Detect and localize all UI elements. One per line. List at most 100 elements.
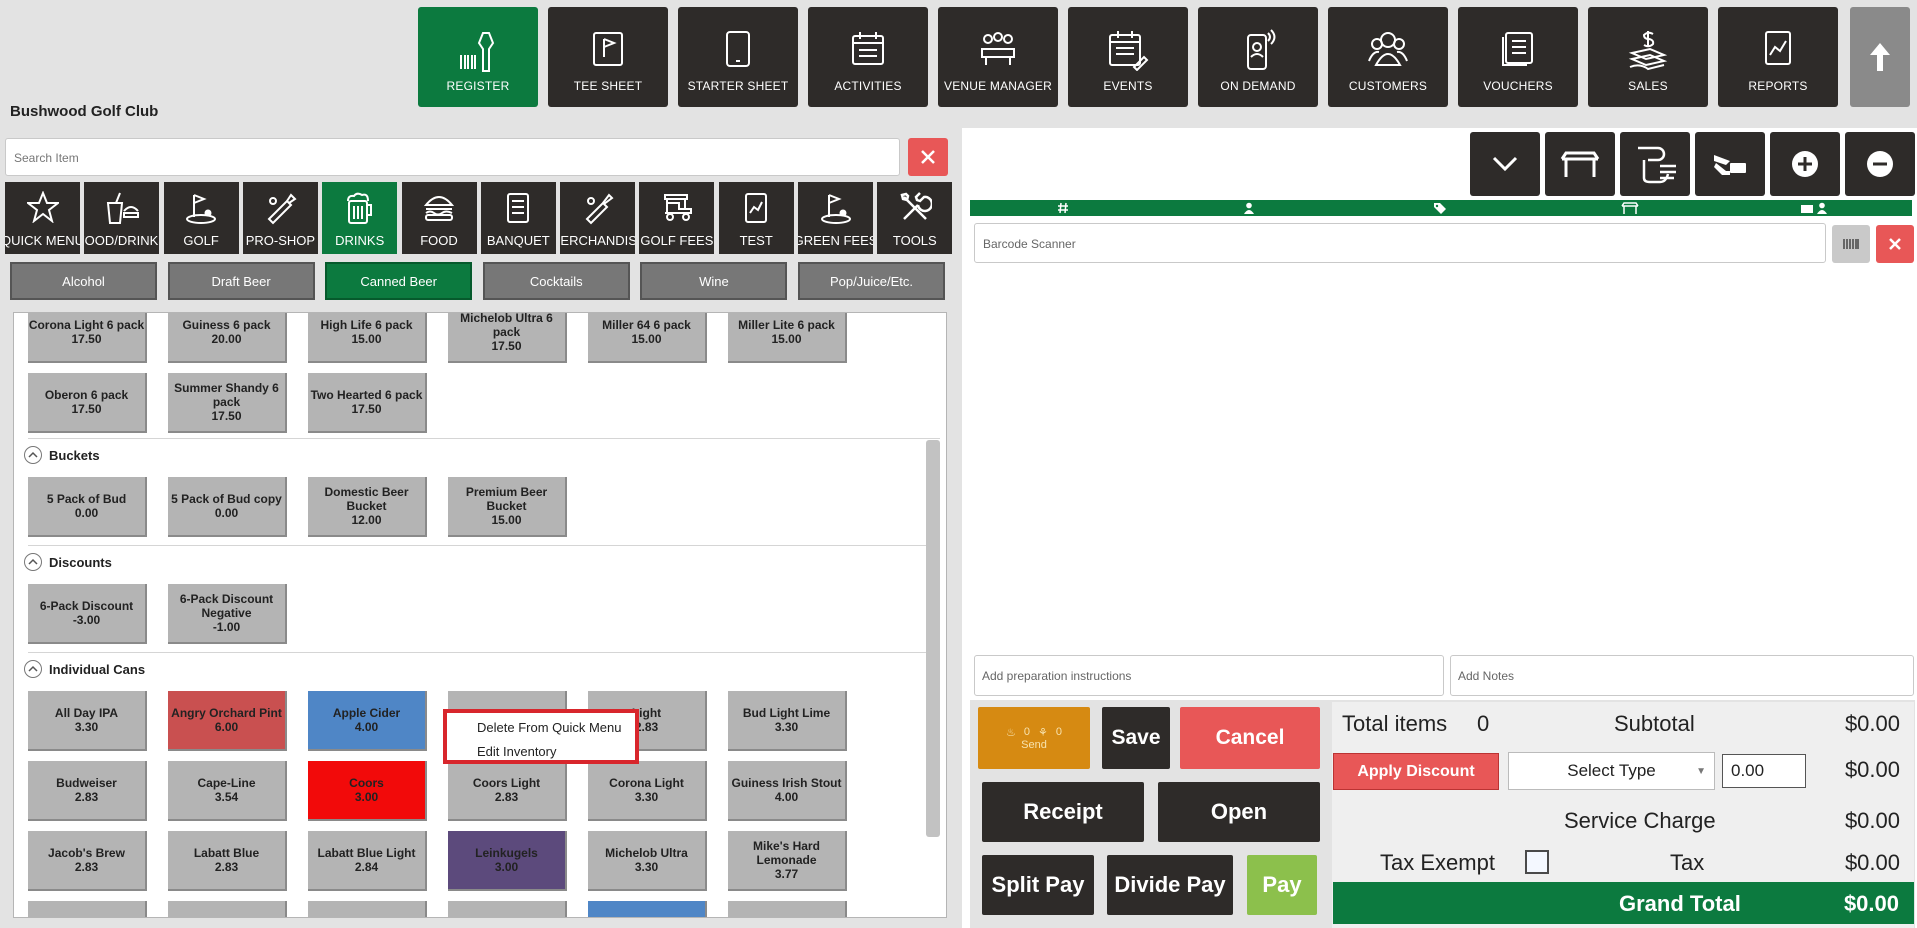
- nav-starter-sheet[interactable]: STARTER SHEET: [678, 7, 798, 107]
- menu-item-tile[interactable]: 6-Pack Discount Negative -1.00: [168, 584, 287, 644]
- category-green-fees[interactable]: GREEN FEES: [798, 182, 873, 254]
- notes-input[interactable]: Add Notes: [1450, 655, 1914, 696]
- menu-item-tile[interactable]: Premium Beer Bucket 15.00: [448, 477, 567, 537]
- save-button[interactable]: Save: [1102, 707, 1170, 769]
- menu-item-tile[interactable]: Jacob's Brew 2.83: [28, 831, 147, 891]
- menu-item-tile[interactable]: All Day IPA 3.30: [28, 691, 147, 751]
- menu-item-tile[interactable]: Corona Light 3.30: [588, 761, 707, 821]
- cancel-button[interactable]: Cancel: [1180, 707, 1320, 769]
- category-pro-shop[interactable]: PRO-SHOP: [242, 182, 318, 254]
- category-food-drinks[interactable]: FOOD/DRINKS: [84, 182, 160, 254]
- menu-item-tile[interactable]: Miller 64 6 pack 15.00: [588, 313, 707, 363]
- menu-item-tile[interactable]: Leinkugels 3.00: [448, 831, 567, 891]
- remove-button[interactable]: [1845, 132, 1915, 196]
- category-banquet[interactable]: BANQUET: [480, 182, 556, 254]
- transfer-button[interactable]: [1620, 132, 1690, 196]
- menu-item-tile[interactable]: Apple Cider 4.00: [308, 691, 427, 751]
- open-button[interactable]: Open: [1158, 782, 1320, 842]
- clear-search-button[interactable]: [908, 138, 948, 176]
- nav-vouchers[interactable]: VOUCHERS: [1458, 7, 1578, 107]
- items-grid[interactable]: Corona Light 6 pack 17.50 Guiness 6 pack 20…: [13, 312, 947, 918]
- menu-item-tile[interactable]: Cape-Line 3.54: [168, 761, 287, 821]
- menu-item-tile[interactable]: Coors Light 2.83: [448, 761, 567, 821]
- menu-item-tile[interactable]: High Life 6 pack 15.00: [308, 313, 427, 363]
- discount-type-select[interactable]: Select Type ▼: [1508, 752, 1715, 790]
- nav-on-demand[interactable]: ON DEMAND: [1198, 7, 1318, 107]
- delete-from-quick-menu-item[interactable]: Delete From Quick Menu: [477, 718, 635, 742]
- collapse-button[interactable]: [1470, 132, 1540, 196]
- send-button[interactable]: ♨ 0 ⚘ 0 Send: [978, 707, 1090, 769]
- menu-item-tile[interactable]: Guiness Irish Stout 4.00: [728, 761, 847, 821]
- menu-item-tile[interactable]: O Douls Non: [448, 901, 567, 917]
- category-drinks[interactable]: DRINKS: [322, 182, 398, 254]
- menu-item-tile[interactable]: Budweiser 2.83: [28, 761, 147, 821]
- section-header[interactable]: Buckets: [24, 446, 100, 464]
- menu-item-tile[interactable]: [168, 901, 287, 917]
- menu-item-tile[interactable]: Guiness 6 pack 20.00: [168, 313, 287, 363]
- nav-events[interactable]: EVENTS: [1068, 7, 1188, 107]
- menu-item-tile[interactable]: [588, 901, 707, 917]
- subcategory-wine[interactable]: Wine: [640, 262, 788, 300]
- items-scrollbar[interactable]: [926, 440, 940, 837]
- menu-item-tile[interactable]: Miller Lite 6 pack 15.00: [728, 313, 847, 363]
- nav-activities[interactable]: ACTIVITIES: [808, 7, 928, 107]
- divide-pay-button[interactable]: Divide Pay: [1107, 855, 1233, 915]
- apply-discount-button[interactable]: Apply Discount: [1333, 753, 1499, 790]
- receipt-button[interactable]: Receipt: [982, 782, 1144, 842]
- menu-item-tile[interactable]: Angry Orchard Pint 6.00: [168, 691, 287, 751]
- barcode-scanner-input[interactable]: Barcode Scanner: [974, 223, 1826, 263]
- preparation-instructions-input[interactable]: Add preparation instructions: [974, 655, 1444, 696]
- clear-barcode-button[interactable]: [1876, 225, 1914, 263]
- nav-customers[interactable]: CUSTOMERS: [1328, 7, 1448, 107]
- scroll-up-button[interactable]: [1850, 7, 1910, 107]
- menu-item-tile[interactable]: Labatt Blue 2.83: [168, 831, 287, 891]
- barcode-button[interactable]: [1832, 225, 1870, 263]
- menu-item-tile[interactable]: [28, 901, 147, 917]
- category-test[interactable]: TEST: [718, 182, 794, 254]
- menu-item-tile[interactable]: [308, 901, 427, 917]
- subcategory-pop-juice-etc-[interactable]: Pop/Juice/Etc.: [798, 262, 945, 300]
- menu-item-tile[interactable]: Michelob Ultra 3.30: [588, 831, 707, 891]
- category-merchandise[interactable]: MERCHANDISE: [560, 182, 636, 254]
- edit-inventory-item[interactable]: Edit Inventory: [477, 742, 635, 766]
- menu-item-tile[interactable]: 6-Pack Discount -3.00: [28, 584, 147, 644]
- pay-button[interactable]: Pay: [1247, 855, 1317, 915]
- menu-item-tile[interactable]: Labatt Blue Light 2.84: [308, 831, 427, 891]
- nav-sales[interactable]: SALES: [1588, 7, 1708, 107]
- nav-tee-sheet[interactable]: TEE SHEET: [548, 7, 668, 107]
- menu-item-tile[interactable]: [728, 901, 847, 917]
- menu-item-tile[interactable]: Michelob Ultra 6 pack 17.50: [448, 313, 567, 363]
- add-button[interactable]: [1770, 132, 1840, 196]
- category-food[interactable]: FOOD: [401, 182, 477, 254]
- section-header[interactable]: Individual Cans: [24, 660, 145, 678]
- menu-item-tile[interactable]: Mike's Hard Lemonade 3.77: [728, 831, 847, 891]
- search-input[interactable]: Search Item: [5, 138, 900, 176]
- menu-item-tile[interactable]: Coors 3.00: [308, 761, 427, 821]
- tax-exempt-checkbox[interactable]: [1525, 850, 1549, 874]
- nav-venue-manager[interactable]: VENUE MANAGER: [938, 7, 1058, 107]
- discount-amount-input[interactable]: 0.00: [1722, 754, 1806, 788]
- menu-item-tile[interactable]: Bud Light Lime 3.30: [728, 691, 847, 751]
- nav-register[interactable]: REGISTER: [418, 7, 538, 107]
- menu-item-tile[interactable]: Summer Shandy 6 pack 17.50: [168, 373, 287, 433]
- nav-reports[interactable]: REPORTS: [1718, 7, 1838, 107]
- table-button[interactable]: [1545, 132, 1615, 196]
- subcategory-draft-beer[interactable]: Draft Beer: [167, 262, 315, 300]
- subcategory-cocktails[interactable]: Cocktails: [482, 262, 630, 300]
- split-pay-button[interactable]: Split Pay: [982, 855, 1094, 915]
- handoff-button[interactable]: [1695, 132, 1765, 196]
- section-header[interactable]: Discounts: [24, 553, 112, 571]
- menu-item-tile[interactable]: Oberon 6 pack 17.50: [28, 373, 147, 433]
- menu-item-tile[interactable]: 5 Pack of Bud 0.00: [28, 477, 147, 537]
- category-tools[interactable]: TOOLS: [877, 182, 953, 254]
- section-divider: [28, 438, 940, 439]
- category-golf[interactable]: GOLF: [163, 182, 239, 254]
- menu-item-tile[interactable]: Two Hearted 6 pack 17.50: [308, 373, 427, 433]
- subcategory-alcohol[interactable]: Alcohol: [10, 262, 157, 300]
- category-quick-menu[interactable]: QUICK MENU: [5, 182, 80, 254]
- menu-item-tile[interactable]: 5 Pack of Bud copy 0.00: [168, 477, 287, 537]
- menu-item-tile[interactable]: Corona Light 6 pack 17.50: [28, 313, 147, 363]
- menu-item-tile[interactable]: Domestic Beer Bucket 12.00: [308, 477, 427, 537]
- category-golf-fees[interactable]: GOLF FEES: [639, 182, 715, 254]
- subcategory-canned-beer[interactable]: Canned Beer: [325, 262, 473, 300]
